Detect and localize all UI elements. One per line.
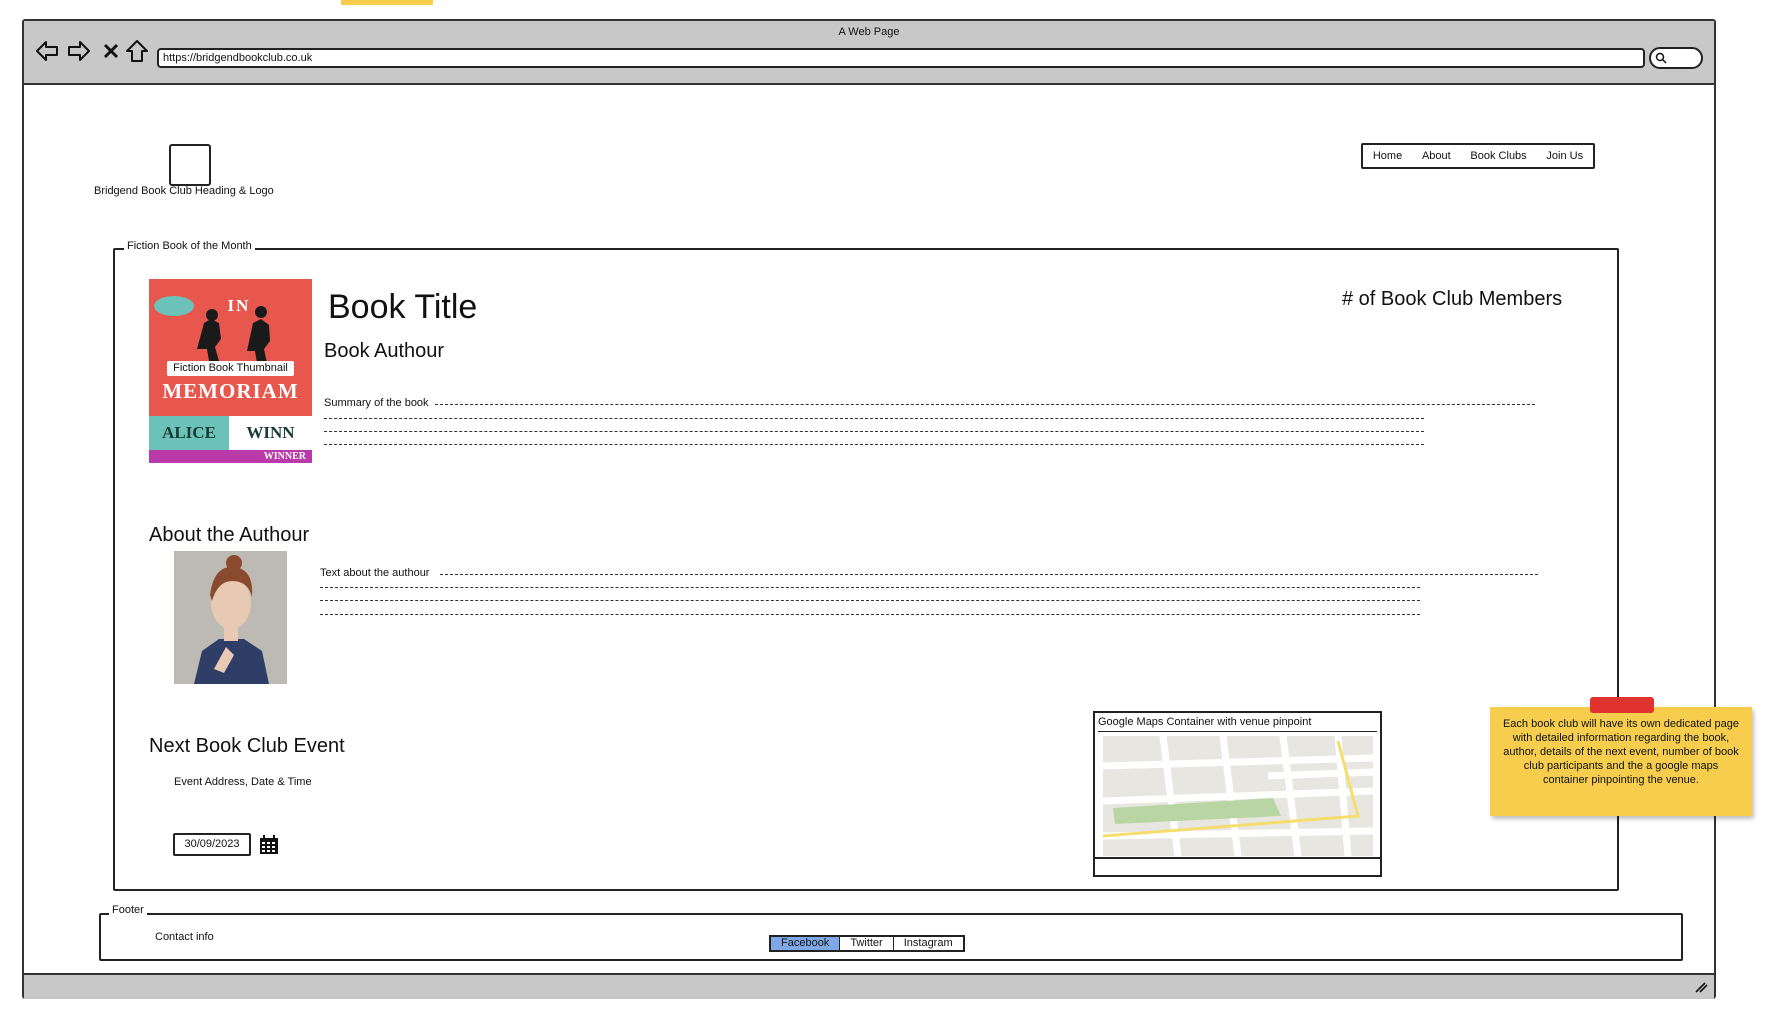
search-icon	[1655, 52, 1667, 64]
author-portrait-image	[174, 551, 287, 684]
top-sticky-edge	[341, 0, 433, 5]
resize-grip-icon[interactable]	[1694, 981, 1708, 993]
browser-statusbar	[24, 973, 1714, 999]
logo-placeholder[interactable]	[169, 144, 211, 186]
footer-contact: Contact info	[155, 931, 214, 943]
search-field[interactable]	[1649, 47, 1703, 69]
author-photo[interactable]	[174, 551, 287, 684]
map-container[interactable]: Google Maps Container with venue pinpoin…	[1093, 711, 1382, 877]
back-arrow-icon[interactable]	[34, 38, 60, 64]
browser-titlebar: A Web Page https://bridgendbookclub.co.u…	[24, 21, 1714, 85]
logo-label: Bridgend Book Club Heading & Logo	[94, 185, 274, 197]
facebook-link[interactable]: Facebook	[771, 937, 841, 950]
book-author: Book Authour	[324, 340, 445, 362]
nav-join-us[interactable]: Join Us	[1546, 150, 1583, 162]
nav-home[interactable]: Home	[1373, 150, 1402, 162]
map-label: Google Maps Container with venue pinpoin…	[1098, 715, 1377, 732]
author-text-label: Text about the authour	[320, 567, 430, 579]
members-count-label: # of Book Club Members	[1342, 288, 1563, 310]
cover-badge: WINNER	[149, 450, 312, 463]
cover-word-memoriam: MEMORIAM	[162, 379, 299, 403]
cover-author-first: ALICE	[149, 416, 229, 450]
twitter-link[interactable]: Twitter	[840, 937, 894, 950]
thumbnail-label: Fiction Book Thumbnail	[167, 361, 294, 376]
footer-legend: Footer	[109, 904, 147, 916]
event-date-input[interactable]: 30/09/2023	[173, 833, 251, 856]
address-bar[interactable]: https://bridgendbookclub.co.uk	[157, 48, 1645, 68]
author-line-4	[320, 614, 1420, 615]
close-icon[interactable]	[98, 38, 124, 64]
sticky-tape	[1590, 697, 1654, 713]
book-thumbnail[interactable]: IN Fiction Book Thumbnail MEMORIAM ALICE…	[149, 279, 312, 463]
author-line-1	[440, 574, 1538, 575]
event-heading: Next Book Club Event	[149, 735, 345, 757]
book-title: Book Title	[328, 288, 478, 326]
author-line-3	[320, 600, 1420, 601]
author-line-2	[320, 587, 1420, 588]
about-author-heading: About the Authour	[149, 524, 310, 546]
map-footer-divider	[1095, 857, 1380, 859]
summary-label: Summary of the book	[324, 397, 429, 409]
summary-line-2	[324, 418, 1424, 419]
sticky-note: Each book club will have its own dedicat…	[1490, 707, 1752, 816]
summary-line-1	[435, 404, 1535, 405]
map-image	[1103, 736, 1373, 856]
calendar-icon[interactable]	[259, 835, 279, 855]
forward-arrow-icon[interactable]	[66, 38, 92, 64]
cover-author-last: WINN	[229, 416, 312, 450]
main-nav: Home About Book Clubs Join Us	[1361, 143, 1595, 169]
summary-line-3	[324, 431, 1424, 432]
nav-book-clubs[interactable]: Book Clubs	[1470, 150, 1526, 162]
instagram-link[interactable]: Instagram	[894, 937, 963, 950]
cover-word-in: IN	[227, 296, 251, 315]
nav-about[interactable]: About	[1422, 150, 1451, 162]
fiction-section-legend: Fiction Book of the Month	[124, 240, 255, 252]
window-title: A Web Page	[838, 26, 900, 38]
footer-social-links: Facebook Twitter Instagram	[769, 935, 965, 952]
summary-line-4	[324, 444, 1424, 445]
home-icon[interactable]	[124, 38, 150, 64]
event-details: Event Address, Date & Time	[174, 776, 312, 788]
